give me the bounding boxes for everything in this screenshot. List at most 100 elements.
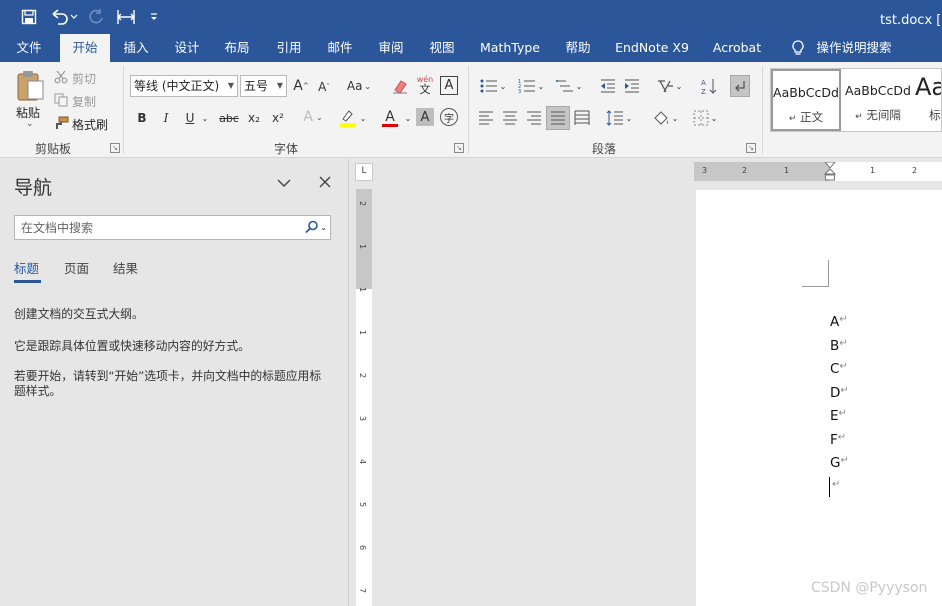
style-no-spacing[interactable]: AaBbCcDd ↵ 无间隔 (843, 69, 913, 131)
undo-icon[interactable] (48, 7, 80, 27)
page-width-icon[interactable] (114, 7, 138, 27)
clipboard-group-label: 剪贴板 (35, 142, 72, 156)
shading-icon[interactable]: ⌄ (648, 108, 682, 128)
strikethrough-button[interactable]: abc (218, 108, 240, 128)
document-paragraph[interactable]: E↵ (830, 408, 847, 424)
paragraph-text: B (830, 337, 840, 354)
tab-mailings[interactable]: 邮件 (318, 34, 362, 62)
align-right-icon[interactable] (524, 108, 544, 128)
tab-insert[interactable]: 插入 (114, 34, 158, 62)
line-spacing-icon[interactable]: ⌄ (602, 108, 636, 128)
redo-icon[interactable] (86, 7, 106, 27)
tell-me-search[interactable]: 操作说明搜索 (814, 34, 894, 62)
borders-icon[interactable]: ⌄ (688, 108, 722, 128)
format-painter-button[interactable]: 格式刷 (72, 116, 108, 133)
document-paragraph[interactable]: G↵ (830, 455, 849, 471)
chevron-down-icon[interactable] (276, 177, 294, 191)
document-paragraph[interactable]: F↵ (830, 432, 846, 448)
nav-tab-headings[interactable]: 标题 (14, 258, 39, 277)
justify-icon[interactable] (546, 106, 570, 130)
document-paragraph[interactable]: C↵ (830, 361, 848, 377)
lightbulb-icon[interactable] (786, 34, 810, 62)
align-left-icon[interactable] (476, 108, 496, 128)
paste-icon[interactable] (12, 68, 48, 104)
cut-icon[interactable] (52, 69, 70, 85)
font-color-dropdown-icon[interactable]: ⌄ (404, 108, 412, 128)
distributed-icon[interactable] (572, 108, 592, 128)
paste-dropdown-icon[interactable]: ⌄ (26, 119, 34, 129)
paragraph-mark: ↵ (838, 408, 847, 419)
font-name-dropdown[interactable]: 等线 (中文正文) ▼ (130, 75, 238, 97)
tab-file[interactable]: 文件 (6, 34, 52, 62)
format-painter-icon[interactable] (52, 115, 70, 131)
document-page[interactable]: A↵ B↵ C↵ D↵ E↵ F↵ G↵ ↵ (696, 190, 942, 606)
style-normal[interactable]: AaBbCcDd ↵ 正文 (771, 69, 841, 131)
tab-endnote[interactable]: EndNote X9 (609, 34, 695, 62)
document-paragraph[interactable]: A↵ (830, 314, 848, 330)
nav-search-input[interactable] (21, 219, 291, 236)
char-border-icon[interactable]: A (440, 76, 458, 95)
nav-pane-title: 导航 (14, 177, 53, 199)
font-launcher-icon[interactable]: ↘ (454, 143, 464, 153)
enclose-char-button[interactable]: 字 (440, 108, 458, 126)
document-paragraph[interactable]: D↵ (830, 385, 849, 401)
clear-formatting-icon[interactable] (390, 76, 410, 96)
paragraph-text: F (830, 431, 838, 448)
paragraph-launcher-icon[interactable]: ↘ (746, 143, 756, 153)
tab-acrobat[interactable]: Acrobat (705, 34, 769, 62)
increase-indent-icon[interactable] (622, 76, 642, 96)
align-center-icon[interactable] (500, 108, 520, 128)
nav-tab-pages[interactable]: 页面 (64, 258, 89, 277)
phonetic-guide-button[interactable]: wén 文 (414, 73, 436, 97)
subscript-button[interactable]: x₂ (244, 108, 264, 128)
underline-button[interactable]: U (182, 108, 198, 128)
search-icon[interactable]: ⌄ (305, 220, 327, 234)
highlight-color-button[interactable]: ⌄ (336, 106, 368, 130)
style-sample: Aa (915, 73, 941, 101)
font-color-button[interactable]: A (374, 106, 406, 130)
change-case-button[interactable]: Aa ⌄ (342, 76, 376, 96)
nav-message: 它是跟踪具体位置或快速移动内容的好方式。 (14, 339, 250, 353)
customize-qat-icon[interactable] (146, 7, 162, 27)
nav-tab-results[interactable]: 结果 (113, 258, 138, 277)
nav-search-box[interactable]: ⌄ (14, 215, 331, 240)
tab-review[interactable]: 审阅 (369, 34, 413, 62)
sort-icon[interactable]: AZ (698, 76, 720, 96)
superscript-button[interactable]: x² (268, 108, 288, 128)
cut-button[interactable]: 剪切 (72, 70, 96, 87)
tab-view[interactable]: 视图 (420, 34, 464, 62)
copy-icon[interactable] (52, 92, 70, 108)
chinese-layout-icon[interactable]: ⌄ (652, 76, 686, 96)
bold-button[interactable]: B (134, 108, 150, 128)
ruler-margin-shade (694, 162, 830, 181)
tab-layout[interactable]: 布局 (215, 34, 259, 62)
tab-help[interactable]: 帮助 (556, 34, 600, 62)
tab-home[interactable]: 开始 (60, 34, 110, 62)
tab-mathtype[interactable]: MathType (472, 34, 548, 62)
clipboard-launcher-icon[interactable]: ↘ (110, 143, 120, 153)
save-icon[interactable] (18, 7, 40, 27)
show-marks-icon[interactable] (730, 75, 750, 97)
char-shading-button[interactable]: A (416, 108, 434, 126)
tab-references[interactable]: 引用 (267, 34, 311, 62)
grow-font-icon[interactable]: A ^ (292, 76, 310, 96)
style-name: ↵ 无间隔 (855, 108, 901, 122)
style-heading[interactable]: Aa 标 (915, 69, 941, 131)
close-icon[interactable] (318, 175, 334, 191)
indent-marker-icon[interactable] (823, 161, 837, 181)
decrease-indent-icon[interactable] (598, 76, 618, 96)
tab-design[interactable]: 设计 (165, 34, 209, 62)
copy-button[interactable]: 复制 (72, 93, 96, 110)
document-paragraph[interactable]: B↵ (830, 338, 848, 354)
bullets-icon[interactable]: ⌄ (476, 76, 510, 96)
paragraph-mark: ↵ (837, 431, 847, 443)
shrink-font-icon[interactable]: Aˇ (316, 78, 332, 96)
underline-dropdown-icon[interactable]: ⌄ (200, 108, 210, 128)
italic-button[interactable]: I (158, 108, 174, 128)
numbering-icon[interactable]: 1 2 3 ⌄ (514, 76, 548, 96)
font-size-dropdown[interactable]: 五号 ▼ (240, 75, 287, 97)
tab-selector[interactable]: L (355, 163, 373, 181)
text-effects-button[interactable]: A ⌄ (298, 106, 328, 128)
style-name: ↵ 正文 (788, 110, 824, 124)
multilevel-list-icon[interactable]: ⌄ (552, 76, 586, 96)
